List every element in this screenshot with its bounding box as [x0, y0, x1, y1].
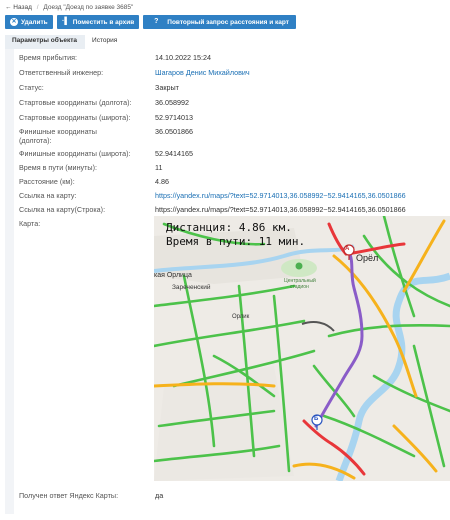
stadium-label-2: стадион — [290, 284, 309, 290]
finish-lat-label: Финишные координаты (широта): — [19, 149, 131, 158]
back-link[interactable]: ← Назад — [5, 4, 32, 11]
finish-lat-value: 52.9414165 — [155, 149, 193, 158]
start-lat-label: Стартовые координаты (широта): — [19, 113, 131, 122]
arrival-time-value: 14.10.2022 15:24 — [155, 53, 211, 62]
close-circle-icon: ✕ — [10, 18, 18, 26]
locality-label: Орлик — [232, 314, 250, 320]
toolbar: ✕ Удалить ·▌ Поместить в архив ? Повторн… — [5, 15, 296, 29]
details-content: Время прибытия: 14.10.2022 15:24 Ответст… — [14, 49, 450, 514]
travel-time-label: Время в пути (минуты): — [19, 163, 97, 172]
question-icon: ? — [154, 18, 159, 25]
archive-button[interactable]: ·▌ Поместить в архив — [56, 15, 140, 29]
start-lon-value: 36.058992 — [155, 98, 189, 107]
tab-bar: Параметры объекта История — [5, 35, 125, 49]
delete-button-label: Удалить — [21, 18, 48, 26]
marker-b: Б — [314, 416, 319, 422]
city-label: Орёл — [356, 253, 379, 263]
yandex-response-label: Получен ответ Яндекс Карты: — [19, 491, 119, 500]
engineer-link[interactable]: Шагаров Денис Михайлович — [155, 68, 250, 77]
distance-label: Расстояние (км): — [19, 177, 75, 186]
details-panel: Время прибытия: 14.10.2022 15:24 Ответст… — [5, 49, 450, 514]
breadcrumb: ← Назад / Доезд "Доезд по заявке 3685" — [5, 4, 133, 14]
finish-lon-value: 36.0501866 — [155, 127, 193, 136]
map-link[interactable]: https://yandex.ru/maps/?text=52.9714013,… — [155, 191, 406, 200]
marker-a: A — [345, 246, 350, 252]
map-overlay-text: Дистанция: 4.86 км. Время в пути: 11 мин… — [166, 221, 305, 249]
river-label: кая Орлица — [154, 272, 192, 279]
district-label: Зареченский — [172, 284, 211, 291]
map-time-text: Время в пути: 11 мин. — [166, 235, 306, 248]
finish-lon-label: Финишные координаты (долгота): — [19, 127, 97, 145]
archive-icon: ·▌ — [62, 18, 70, 25]
breadcrumb-separator: / — [36, 4, 39, 11]
archive-button-label: Поместить в архив — [72, 18, 135, 26]
yandex-response-value: да — [155, 491, 164, 500]
map-drawing — [154, 216, 450, 481]
finish-lon-label-line1: Финишные координаты — [19, 127, 97, 136]
start-lat-value: 52.9714013 — [155, 113, 193, 122]
map-label: Карта: — [19, 219, 41, 228]
status-value: Закрыт — [155, 83, 179, 92]
route-map: Дистанция: 4.86 км. Время в пути: 11 мин… — [154, 216, 450, 481]
breadcrumb-current: Доезд "Доезд по заявке 3685" — [43, 4, 134, 11]
map-link-string-label: Ссылка на карту(Строка): — [19, 205, 106, 214]
repeat-request-button[interactable]: ? Повторный запрос расстояния и карт — [143, 15, 296, 29]
tab-history[interactable]: История — [85, 35, 125, 49]
delete-button[interactable]: ✕ Удалить — [5, 15, 53, 29]
status-label: Статус: — [19, 83, 44, 92]
map-link-string-value: https://yandex.ru/maps/?text=52.9714013,… — [155, 205, 406, 214]
start-lon-label: Стартовые координаты (долгота): — [19, 98, 132, 107]
tab-object-parameters[interactable]: Параметры объекта — [5, 35, 86, 49]
map-link-label: Ссылка на карту: — [19, 191, 77, 200]
arrival-time-label: Время прибытия: — [19, 53, 78, 62]
distance-value: 4.86 — [155, 177, 169, 186]
finish-lon-label-line2: (долгота): — [19, 136, 52, 145]
map-distance-text: Дистанция: 4.86 км. — [166, 221, 292, 234]
travel-time-value: 11 — [155, 163, 163, 172]
repeat-request-button-label: Повторный запрос расстояния и карт — [167, 18, 289, 26]
engineer-label: Ответственный инженер: — [19, 68, 104, 77]
